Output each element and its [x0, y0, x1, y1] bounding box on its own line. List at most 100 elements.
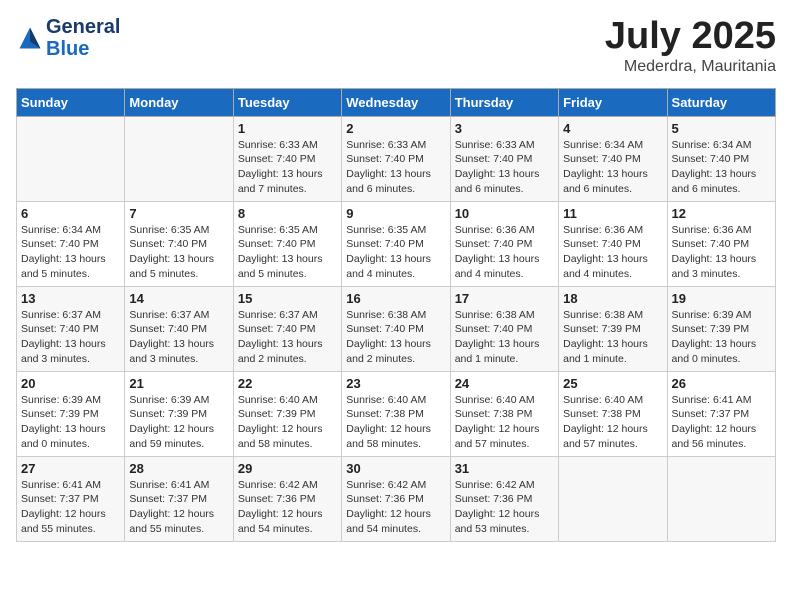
- day-info: Sunrise: 6:36 AM Sunset: 7:40 PM Dayligh…: [455, 223, 554, 282]
- day-info: Sunrise: 6:36 AM Sunset: 7:40 PM Dayligh…: [672, 223, 771, 282]
- calendar-cell: 15Sunrise: 6:37 AM Sunset: 7:40 PM Dayli…: [233, 286, 341, 371]
- day-number: 10: [455, 206, 554, 221]
- calendar-cell: 23Sunrise: 6:40 AM Sunset: 7:38 PM Dayli…: [342, 371, 450, 456]
- day-info: Sunrise: 6:33 AM Sunset: 7:40 PM Dayligh…: [455, 138, 554, 197]
- calendar-cell: 31 Sunrise: 6:42 AM Sunset: 7:36 PM Dayli…: [450, 456, 558, 541]
- day-info: Sunrise: 6:39 AM Sunset: 7:39 PM Dayligh…: [129, 393, 228, 452]
- column-header-thursday: Thursday: [450, 88, 558, 116]
- calendar-cell: 10 Sunrise: 6:36 AM Sunset: 7:40 PM Dayli…: [450, 201, 558, 286]
- calendar-cell: 19Sunrise: 6:39 AM Sunset: 7:39 PM Dayli…: [667, 286, 775, 371]
- day-number: 8: [238, 206, 337, 221]
- day-number: 27: [21, 461, 120, 476]
- day-number: 7: [129, 206, 228, 221]
- calendar-cell: 1 Sunrise: 6:33 AM Sunset: 7:40 PM Daylig…: [233, 116, 341, 201]
- calendar-cell: 27 Sunrise: 6:41 AM Sunset: 7:37 PM Dayli…: [17, 456, 125, 541]
- calendar-cell: 5 Sunrise: 6:34 AM Sunset: 7:40 PM Daylig…: [667, 116, 775, 201]
- day-number: 26: [672, 376, 771, 391]
- day-number: 30: [346, 461, 445, 476]
- calendar-week-row: 1 Sunrise: 6:33 AM Sunset: 7:40 PM Daylig…: [17, 116, 776, 201]
- calendar-week-row: 6 Sunrise: 6:34 AM Sunset: 7:40 PM Daylig…: [17, 201, 776, 286]
- day-info: Sunrise: 6:39 AM Sunset: 7:39 PM Dayligh…: [21, 393, 120, 452]
- day-number: 14: [129, 291, 228, 306]
- day-info: Sunrise: 6:42 AM Sunset: 7:36 PM Dayligh…: [346, 478, 445, 537]
- day-number: 24: [455, 376, 554, 391]
- day-info: Sunrise: 6:42 AM Sunset: 7:36 PM Dayligh…: [455, 478, 554, 537]
- day-number: 1: [238, 121, 337, 136]
- calendar-cell: 11 Sunrise: 6:36 AM Sunset: 7:40 PM Dayli…: [559, 201, 667, 286]
- day-info: Sunrise: 6:41 AM Sunset: 7:37 PM Dayligh…: [21, 478, 120, 537]
- calendar-cell: 9Sunrise: 6:35 AM Sunset: 7:40 PM Daylig…: [342, 201, 450, 286]
- calendar-table: SundayMondayTuesdayWednesdayThursdayFrid…: [16, 88, 776, 542]
- day-number: 16: [346, 291, 445, 306]
- day-number: 29: [238, 461, 337, 476]
- day-info: Sunrise: 6:34 AM Sunset: 7:40 PM Dayligh…: [21, 223, 120, 282]
- calendar-cell: [17, 116, 125, 201]
- day-number: 5: [672, 121, 771, 136]
- calendar-header-row: SundayMondayTuesdayWednesdayThursdayFrid…: [17, 88, 776, 116]
- day-number: 20: [21, 376, 120, 391]
- day-number: 3: [455, 121, 554, 136]
- day-info: Sunrise: 6:35 AM Sunset: 7:40 PM Dayligh…: [129, 223, 228, 282]
- day-number: 18: [563, 291, 662, 306]
- day-info: Sunrise: 6:40 AM Sunset: 7:38 PM Dayligh…: [563, 393, 662, 452]
- day-info: Sunrise: 6:38 AM Sunset: 7:40 PM Dayligh…: [455, 308, 554, 367]
- day-number: 31: [455, 461, 554, 476]
- calendar-cell: 7 Sunrise: 6:35 AM Sunset: 7:40 PM Daylig…: [125, 201, 233, 286]
- day-number: 21: [129, 376, 228, 391]
- calendar-cell: 13Sunrise: 6:37 AM Sunset: 7:40 PM Dayli…: [17, 286, 125, 371]
- calendar-cell: 22Sunrise: 6:40 AM Sunset: 7:39 PM Dayli…: [233, 371, 341, 456]
- day-number: 4: [563, 121, 662, 136]
- calendar-cell: 25 Sunrise: 6:40 AM Sunset: 7:38 PM Dayli…: [559, 371, 667, 456]
- logo-text-general: General: [46, 16, 120, 38]
- calendar-cell: 3 Sunrise: 6:33 AM Sunset: 7:40 PM Daylig…: [450, 116, 558, 201]
- day-info: Sunrise: 6:40 AM Sunset: 7:38 PM Dayligh…: [346, 393, 445, 452]
- calendar-week-row: 20 Sunrise: 6:39 AM Sunset: 7:39 PM Dayli…: [17, 371, 776, 456]
- day-info: Sunrise: 6:39 AM Sunset: 7:39 PM Dayligh…: [672, 308, 771, 367]
- day-number: 11: [563, 206, 662, 221]
- day-info: Sunrise: 6:42 AM Sunset: 7:36 PM Dayligh…: [238, 478, 337, 537]
- day-info: Sunrise: 6:38 AM Sunset: 7:40 PM Dayligh…: [346, 308, 445, 367]
- logo-icon: [16, 24, 44, 52]
- column-header-tuesday: Tuesday: [233, 88, 341, 116]
- column-header-sunday: Sunday: [17, 88, 125, 116]
- day-info: Sunrise: 6:33 AM Sunset: 7:40 PM Dayligh…: [238, 138, 337, 197]
- day-info: Sunrise: 6:37 AM Sunset: 7:40 PM Dayligh…: [238, 308, 337, 367]
- day-number: 6: [21, 206, 120, 221]
- day-info: Sunrise: 6:34 AM Sunset: 7:40 PM Dayligh…: [563, 138, 662, 197]
- day-info: Sunrise: 6:40 AM Sunset: 7:38 PM Dayligh…: [455, 393, 554, 452]
- page-header: General Blue July 2025 Mederdra, Maurita…: [16, 16, 776, 76]
- column-header-saturday: Saturday: [667, 88, 775, 116]
- title-block: July 2025 Mederdra, Mauritania: [605, 16, 776, 76]
- column-header-monday: Monday: [125, 88, 233, 116]
- logo-text-blue: Blue: [46, 38, 120, 60]
- logo: General Blue: [16, 16, 120, 60]
- day-info: Sunrise: 6:34 AM Sunset: 7:40 PM Dayligh…: [672, 138, 771, 197]
- day-info: Sunrise: 6:38 AM Sunset: 7:39 PM Dayligh…: [563, 308, 662, 367]
- calendar-week-row: 13 Sunrise: 6:37 AM Sunset: 7:40 PM Dayli…: [17, 286, 776, 371]
- calendar-cell: [667, 456, 775, 541]
- day-number: 25: [563, 376, 662, 391]
- day-info: Sunrise: 6:41 AM Sunset: 7:37 PM Dayligh…: [672, 393, 771, 452]
- calendar-cell: 17Sunrise: 6:38 AM Sunset: 7:40 PM Dayli…: [450, 286, 558, 371]
- day-number: 12: [672, 206, 771, 221]
- calendar-cell: [559, 456, 667, 541]
- calendar-cell: 12 Sunrise: 6:36 AM Sunset: 7:40 PM Dayli…: [667, 201, 775, 286]
- calendar-cell: 30 Sunrise: 6:42 AM Sunset: 7:36 PM Dayli…: [342, 456, 450, 541]
- day-info: Sunrise: 6:35 AM Sunset: 7:40 PM Dayligh…: [346, 223, 445, 282]
- calendar-cell: 20 Sunrise: 6:39 AM Sunset: 7:39 PM Dayli…: [17, 371, 125, 456]
- calendar-cell: 2Sunrise: 6:33 AM Sunset: 7:40 PM Daylig…: [342, 116, 450, 201]
- calendar-cell: 6 Sunrise: 6:34 AM Sunset: 7:40 PM Daylig…: [17, 201, 125, 286]
- calendar-week-row: 27 Sunrise: 6:41 AM Sunset: 7:37 PM Dayli…: [17, 456, 776, 541]
- day-info: Sunrise: 6:41 AM Sunset: 7:37 PM Dayligh…: [129, 478, 228, 537]
- day-info: Sunrise: 6:36 AM Sunset: 7:40 PM Dayligh…: [563, 223, 662, 282]
- day-number: 13: [21, 291, 120, 306]
- column-header-friday: Friday: [559, 88, 667, 116]
- calendar-cell: 8Sunrise: 6:35 AM Sunset: 7:40 PM Daylig…: [233, 201, 341, 286]
- calendar-cell: 24 Sunrise: 6:40 AM Sunset: 7:38 PM Dayli…: [450, 371, 558, 456]
- calendar-cell: 29 Sunrise: 6:42 AM Sunset: 7:36 PM Dayli…: [233, 456, 341, 541]
- day-number: 2: [346, 121, 445, 136]
- calendar-cell: 21 Sunrise: 6:39 AM Sunset: 7:39 PM Dayli…: [125, 371, 233, 456]
- calendar-cell: 14Sunrise: 6:37 AM Sunset: 7:40 PM Dayli…: [125, 286, 233, 371]
- column-header-wednesday: Wednesday: [342, 88, 450, 116]
- calendar-cell: 18 Sunrise: 6:38 AM Sunset: 7:39 PM Dayli…: [559, 286, 667, 371]
